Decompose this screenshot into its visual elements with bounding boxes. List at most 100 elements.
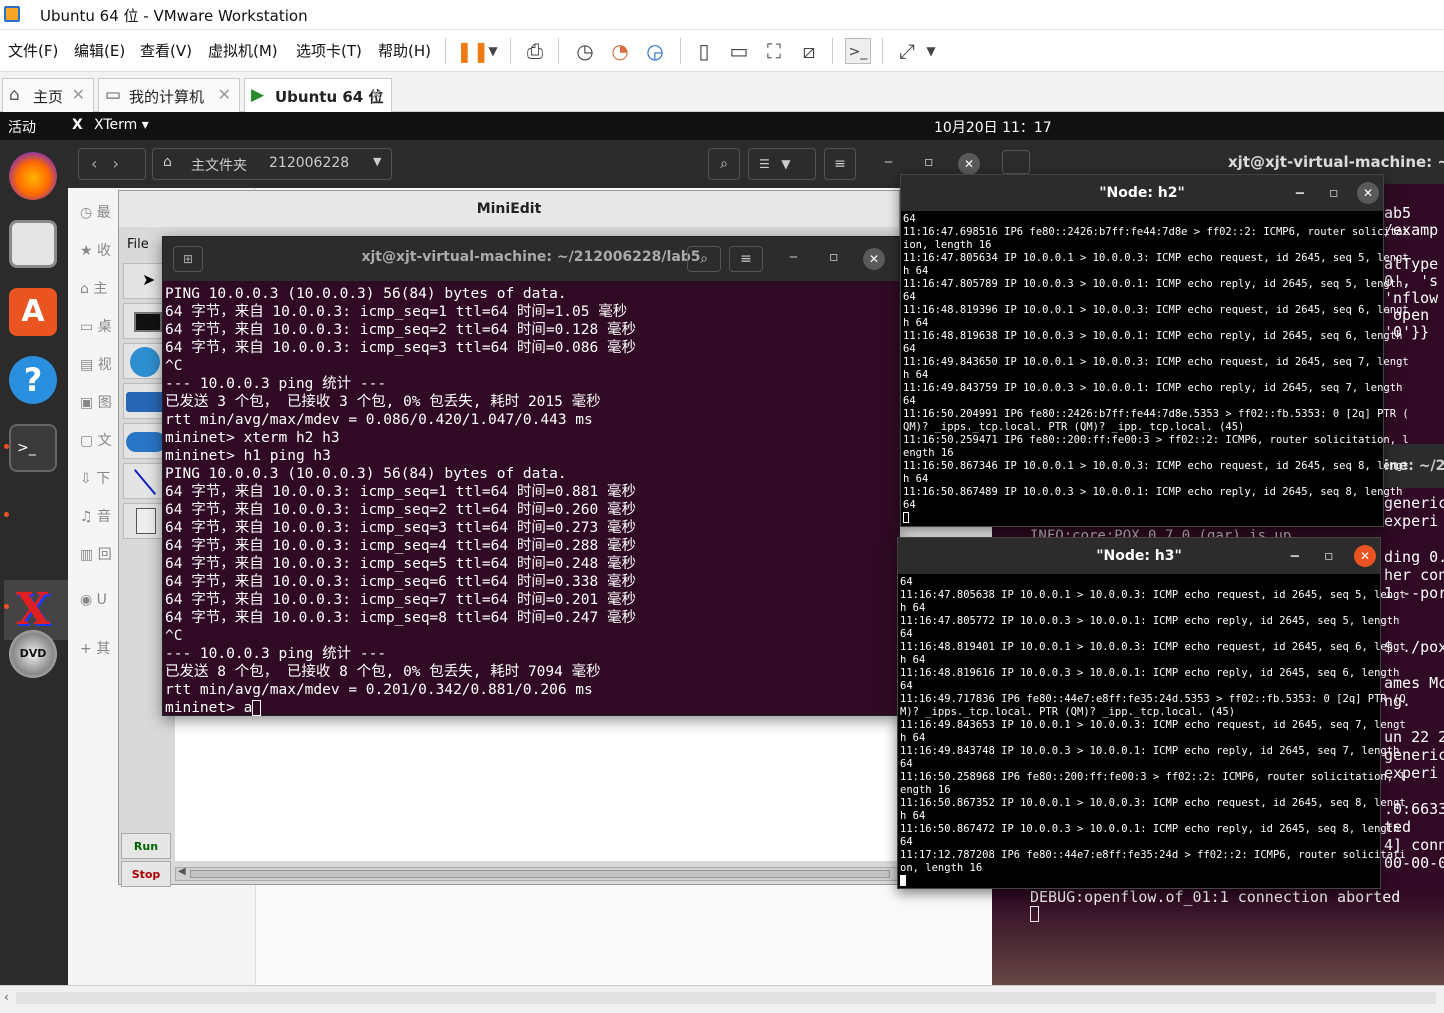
search-icon[interactable]: ⌕ [708, 148, 740, 180]
scroll-left-icon[interactable]: ◀ [178, 866, 186, 877]
xterm-h2-window: "Node: h2" ‒ ▫ ✕ 64 11:16:47.698516 IP6 … [900, 174, 1409, 527]
tab-my-computer[interactable]: ▭ 我的计算机 ✕ [98, 78, 240, 112]
terminal-icon[interactable]: >_ [9, 424, 57, 472]
snapshot-icon[interactable]: ◷ [572, 38, 598, 64]
horizontal-scrollbar[interactable] [16, 992, 1436, 1004]
link-tool-icon[interactable] [123, 463, 167, 499]
chevron-down-icon[interactable]: ▼ [373, 155, 381, 168]
scrollbar-thumb[interactable] [190, 870, 890, 878]
unity-icon[interactable]: ⧄ [796, 38, 822, 64]
sidebar-item-trash[interactable]: ▥ 回 [80, 544, 112, 564]
console-view-icon[interactable]: >_ [845, 38, 871, 64]
sidebar-label: 音 [97, 509, 112, 525]
xterm-line: 64 [900, 680, 913, 692]
activities-button[interactable]: 活动 [8, 117, 36, 137]
sidebar-item-usb[interactable]: ◉ U [80, 592, 107, 608]
sidebar-item-desktop[interactable]: ▭ 桌 [80, 316, 112, 336]
chevron-down-icon[interactable]: ▼ [918, 38, 944, 64]
window-title: Ubuntu 64 位 - VMware Workstation [40, 7, 308, 25]
close-icon[interactable]: ✕ [370, 85, 383, 104]
netlink-tool-icon[interactable] [123, 503, 167, 539]
dvd-icon[interactable]: DVD [9, 630, 57, 678]
menu-icon[interactable]: ≡ [824, 148, 856, 180]
sidebar-label: 回 [97, 547, 112, 563]
firefox-icon[interactable] [9, 152, 57, 200]
view-options-button[interactable]: ☰ ▼ [748, 148, 816, 180]
snapshot-manager-icon[interactable]: ◶ [642, 38, 668, 64]
maximize-icon[interactable]: ▫ [924, 154, 934, 170]
sidebar-item-videos[interactable]: ▤ 视 [80, 354, 112, 374]
select-tool-icon[interactable]: ➤ [123, 263, 167, 299]
sidebar-item-recent[interactable]: ◷ 最 [80, 202, 111, 222]
minimize-icon[interactable]: ‒ [1290, 538, 1300, 574]
clock[interactable]: 10月20日 11：17 [934, 117, 1052, 137]
vmware-titlebar: Ubuntu 64 位 - VMware Workstation [0, 0, 1444, 30]
close-icon[interactable]: ✕ [863, 248, 885, 270]
vm-icon: ▶ [251, 85, 265, 105]
software-center-icon[interactable]: A [9, 288, 57, 336]
pause-icon[interactable]: ❚❚ [456, 38, 490, 64]
menu-tabs[interactable]: 选项卡(T) [296, 40, 362, 61]
revert-snapshot-icon[interactable]: ◔ [607, 38, 633, 64]
xterm-cursor-line [903, 512, 1409, 525]
maximize-icon[interactable]: ▫ [829, 249, 839, 265]
back-forward-buttons[interactable]: ‹ › [78, 148, 146, 180]
terminal-line: rtt min/avg/max/mdev = 0.086/0.420/1.047… [165, 412, 593, 428]
sidebar-item-other[interactable]: + 其 [80, 638, 110, 658]
controller-tool-icon[interactable] [123, 343, 167, 379]
switch-tool-icon[interactable] [123, 383, 167, 419]
minimize-icon[interactable]: ‒ [1295, 175, 1305, 211]
sidebar-item-downloads[interactable]: ⇩ 下 [80, 468, 110, 488]
sidebar-item-music[interactable]: ♫ 音 [80, 506, 111, 526]
close-icon[interactable]: ✕ [72, 85, 85, 104]
menu-vm[interactable]: 虚拟机(M) [208, 40, 278, 61]
close-icon[interactable]: ✕ [1354, 545, 1376, 567]
path-folder[interactable]: 212006228 [269, 155, 349, 171]
app-menu[interactable]: XTerm ▾ [94, 117, 149, 133]
tab-home[interactable]: ⌂ 主页 ✕ [2, 78, 94, 112]
thumbnail-bar-icon[interactable]: ▭ [726, 38, 752, 64]
close-icon[interactable]: ✕ [1357, 182, 1379, 204]
close-icon[interactable]: ✕ [218, 85, 231, 104]
maximize-icon[interactable]: ▫ [1324, 538, 1334, 574]
fullscreen-icon[interactable]: ⛶ [761, 38, 787, 64]
sidebar-item-pictures[interactable]: ▣ 图 [80, 392, 112, 412]
menu-view[interactable]: 查看(V) [140, 40, 192, 61]
ubuntu-dock: A ? >_ X DVD [0, 140, 68, 985]
sidebar-item-starred[interactable]: ★ 收 [80, 240, 111, 260]
minimize-icon[interactable]: ‒ [789, 249, 798, 265]
minimize-icon[interactable]: ‒ [884, 154, 893, 170]
router-tool-icon[interactable] [123, 423, 167, 459]
chevron-down-icon[interactable]: ▼ [480, 38, 506, 64]
path-home[interactable]: 主文件夹 [191, 155, 247, 175]
stop-button[interactable]: Stop [121, 861, 171, 887]
library-icon[interactable]: ▯ [691, 38, 717, 64]
stretch-icon[interactable]: ⤢ [894, 38, 920, 64]
sidebar-item-documents[interactable]: ▢ 文 [80, 430, 112, 450]
menu-icon[interactable]: ≡ [729, 246, 763, 272]
maximize-icon[interactable]: ▫ [1329, 175, 1339, 211]
terminal-line: 64 字节，来自 10.0.0.3: icmp_seq=7 ttl=64 时间=… [165, 592, 636, 608]
xterm-h2-output[interactable]: 64 11:16:47.698516 IP6 fe80::2426:b7ff:f… [903, 213, 1409, 525]
help-icon[interactable]: ? [9, 356, 57, 404]
miniedit-file-menu[interactable]: File [127, 237, 149, 252]
files-icon[interactable] [9, 220, 57, 268]
menu-help[interactable]: 帮助(H) [378, 40, 431, 61]
terminal-prompt-line[interactable]: mininet> a [165, 699, 895, 717]
xterm-h3-output[interactable]: 64 11:16:47.805638 IP 10.0.0.1 > 10.0.0.… [900, 576, 1406, 888]
new-tab-icon[interactable] [1002, 150, 1030, 174]
search-icon[interactable]: ⌕ [687, 246, 721, 272]
run-button[interactable]: Run [121, 833, 171, 859]
tab-ubuntu[interactable]: ▶ Ubuntu 64 位 ✕ [244, 78, 392, 112]
menu-file[interactable]: 文件(F) [8, 40, 58, 61]
xterm-icon[interactable]: X [9, 586, 57, 634]
host-tool-icon[interactable] [123, 303, 167, 339]
scroll-left-icon[interactable]: ‹ [4, 990, 9, 1004]
close-icon[interactable]: ✕ [958, 153, 980, 175]
sidebar-item-home[interactable]: ⌂ 主 [80, 278, 107, 298]
path-bar[interactable]: ⌂ 主文件夹 212006228 ▼ [152, 148, 392, 180]
menu-edit[interactable]: 编辑(E) [74, 40, 125, 61]
send-ctrl-alt-del-icon[interactable]: ⎙ [522, 38, 548, 64]
terminal-output[interactable]: PING 10.0.0.3 (10.0.0.3) 56(84) bytes of… [165, 285, 895, 717]
horizontal-scrollbar[interactable]: ◀ [175, 866, 899, 881]
